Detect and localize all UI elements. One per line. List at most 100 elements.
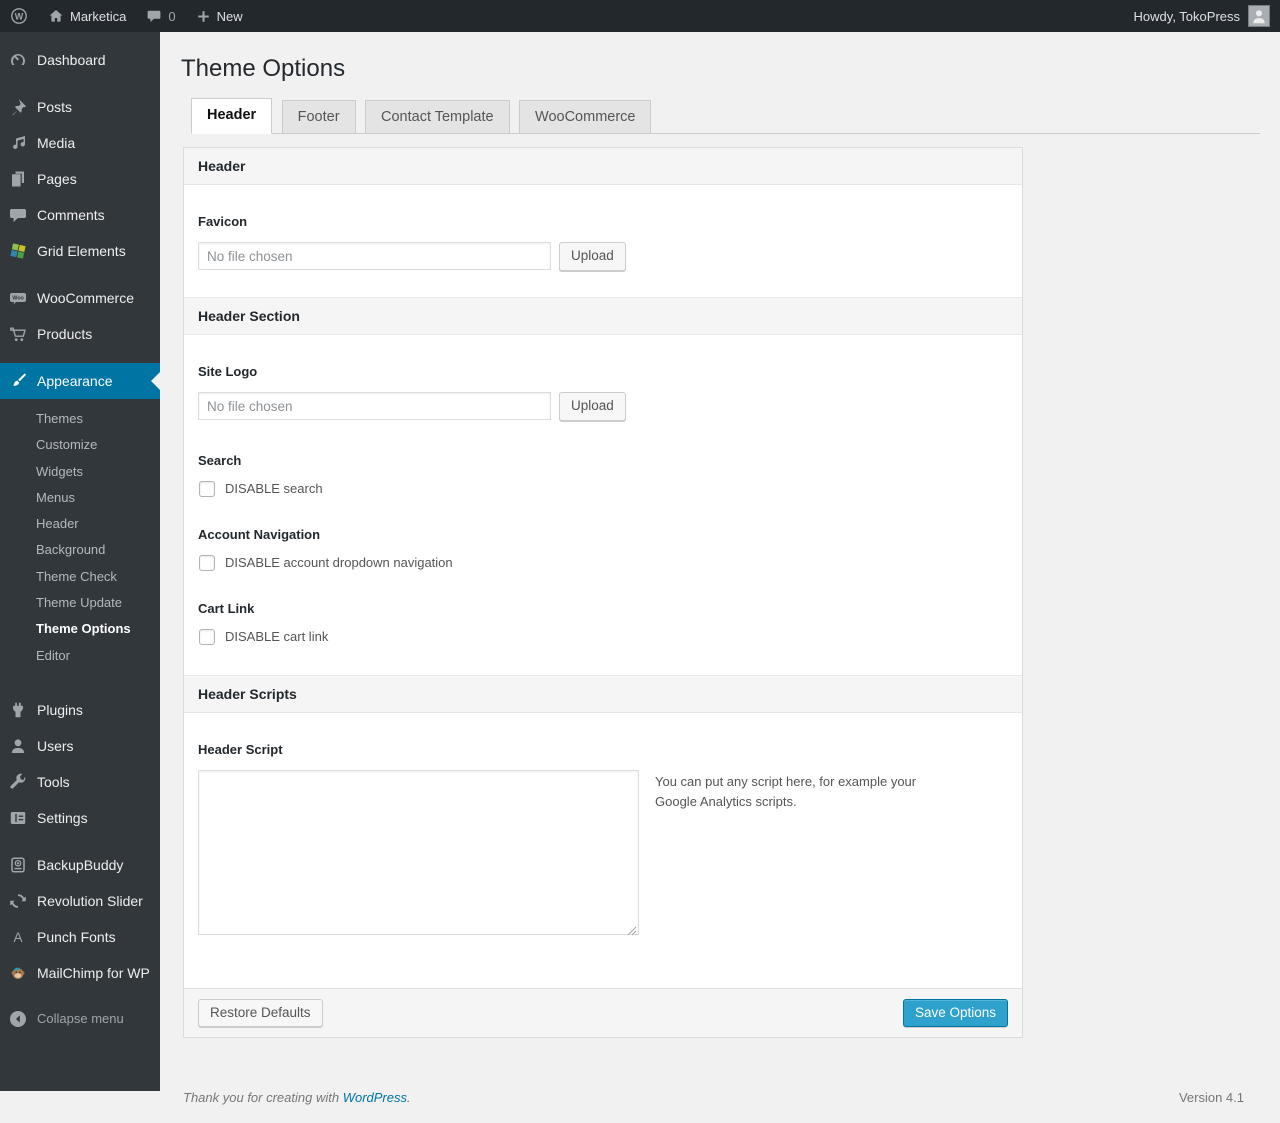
sidebar-item-woocommerce[interactable]: Woo WooCommerce	[0, 280, 160, 316]
tab-contact-template[interactable]: Contact Template	[365, 100, 510, 134]
tab-header[interactable]: Header	[191, 98, 272, 134]
sidebar-item-themes[interactable]: Themes	[0, 406, 160, 432]
section-header: Header	[184, 148, 1022, 185]
sidebar-item-tools[interactable]: Tools	[0, 764, 160, 800]
tools-icon	[8, 772, 28, 792]
version-label: Version 4.1	[1179, 1090, 1244, 1105]
sidebar-item-pages[interactable]: Pages	[0, 161, 160, 197]
appearance-submenu: Themes Customize Widgets Menus Header Ba…	[0, 399, 160, 681]
sidebar-item-punch-fonts[interactable]: A Punch Fonts	[0, 919, 160, 955]
collapse-menu-button[interactable]: Collapse menu	[0, 1001, 160, 1037]
backupbuddy-icon	[8, 855, 28, 875]
sidebar-item-comments[interactable]: Comments	[0, 197, 160, 233]
howdy-label: Howdy, TokoPress	[1134, 9, 1240, 24]
sidebar-item-menus[interactable]: Menus	[0, 485, 160, 511]
svg-text:W: W	[15, 12, 24, 22]
new-content-button[interactable]: New	[186, 0, 253, 32]
favicon-upload-button[interactable]: Upload	[559, 242, 626, 271]
sidebar-item-customize[interactable]: Customize	[0, 432, 160, 458]
sidebar-item-posts[interactable]: Posts	[0, 89, 160, 125]
current-menu-arrow-icon	[151, 372, 160, 390]
users-icon	[8, 736, 28, 756]
header-script-textarea[interactable]	[198, 770, 639, 935]
sidebar-item-label: Punch Fonts	[37, 929, 116, 945]
sidebar-item-background[interactable]: Background	[0, 537, 160, 563]
cart-link-checkbox-row: DISABLE cart link	[199, 629, 1007, 645]
disable-account-nav-checkbox[interactable]	[199, 555, 215, 571]
revolution-slider-icon	[8, 891, 28, 911]
tab-woocommerce[interactable]: WooCommerce	[519, 100, 651, 134]
account-navigation-checkbox-row: DISABLE account dropdown navigation	[199, 555, 1007, 571]
new-label: New	[217, 9, 243, 24]
svg-text:Woo: Woo	[12, 296, 24, 302]
thanks-period: .	[407, 1090, 411, 1105]
brush-icon	[8, 371, 28, 391]
sidebar-item-revolution-slider[interactable]: Revolution Slider	[0, 883, 160, 919]
cart-link-label: Cart Link	[198, 601, 1008, 616]
header-script-textarea-wrap	[198, 770, 639, 940]
site-logo-row: Upload	[198, 392, 1008, 421]
avatar	[1248, 5, 1270, 27]
admin-sidebar: Dashboard Posts Media Pages Comments	[0, 32, 160, 1091]
sidebar-item-dashboard[interactable]: Dashboard	[0, 42, 160, 78]
sidebar-item-mailchimp[interactable]: MailChimp for WP	[0, 955, 160, 991]
panel-footer: Restore Defaults Save Options	[184, 988, 1022, 1038]
sidebar-item-editor[interactable]: Editor	[0, 643, 160, 669]
wordpress-link[interactable]: WordPress	[343, 1090, 407, 1105]
disable-search-checkbox[interactable]	[199, 481, 215, 497]
sidebar-item-label: WooCommerce	[37, 290, 134, 306]
pages-icon	[8, 169, 28, 189]
sidebar-item-label: Plugins	[37, 702, 83, 718]
search-label: Search	[198, 453, 1008, 468]
theme-options-tabs: Header Footer Contact Template WooCommer…	[191, 98, 1260, 134]
sidebar-item-users[interactable]: Users	[0, 728, 160, 764]
sidebar-item-label: Revolution Slider	[37, 893, 143, 909]
sidebar-item-theme-check[interactable]: Theme Check	[0, 564, 160, 590]
sidebar-item-label: Posts	[37, 99, 72, 115]
sidebar-item-label: Users	[37, 738, 74, 754]
page-footer: Thank you for creating with WordPress. V…	[183, 1090, 1260, 1105]
account-menu[interactable]: Howdy, TokoPress	[1124, 0, 1280, 32]
disable-cart-link-label: DISABLE cart link	[225, 629, 328, 644]
save-options-button[interactable]: Save Options	[903, 999, 1008, 1028]
sidebar-item-theme-options[interactable]: Theme Options	[0, 616, 160, 642]
theme-options-panel: Header Favicon Upload Header Section Sit…	[183, 147, 1023, 1039]
comments-icon	[8, 205, 28, 225]
restore-defaults-button[interactable]: Restore Defaults	[198, 999, 323, 1028]
sidebar-item-label: Tools	[37, 774, 70, 790]
sidebar-item-label: Collapse menu	[37, 1011, 124, 1026]
collapse-icon	[8, 1009, 28, 1029]
wordpress-logo-menu[interactable]: W	[0, 0, 38, 32]
comments-shortcut[interactable]: 0	[136, 0, 185, 32]
admin-bar-right: Howdy, TokoPress	[1124, 0, 1280, 32]
favicon-file-input[interactable]	[198, 242, 551, 270]
sidebar-item-media[interactable]: Media	[0, 125, 160, 161]
comment-bubble-icon	[146, 8, 162, 24]
grid-elements-icon	[8, 241, 28, 261]
footer-thanks: Thank you for creating with WordPress.	[183, 1090, 411, 1105]
sidebar-item-plugins[interactable]: Plugins	[0, 692, 160, 728]
site-logo-file-input[interactable]	[198, 392, 551, 420]
plugin-icon	[8, 700, 28, 720]
sidebar-item-backupbuddy[interactable]: BackupBuddy	[0, 847, 160, 883]
sidebar-item-appearance[interactable]: Appearance	[0, 363, 160, 399]
punch-fonts-icon: A	[8, 927, 28, 947]
sidebar-item-products[interactable]: Products	[0, 316, 160, 352]
mailchimp-icon	[8, 963, 28, 983]
header-script-help: You can put any script here, for example…	[655, 770, 960, 940]
favicon-row: Upload	[198, 242, 1008, 271]
site-name-link[interactable]: Marketica	[38, 0, 136, 32]
site-logo-upload-button[interactable]: Upload	[559, 392, 626, 421]
sidebar-item-theme-update[interactable]: Theme Update	[0, 590, 160, 616]
sidebar-item-grid-elements[interactable]: Grid Elements	[0, 233, 160, 269]
sidebar-item-label: Comments	[37, 207, 105, 223]
tab-footer[interactable]: Footer	[282, 100, 356, 134]
search-checkbox-row: DISABLE search	[199, 481, 1007, 497]
sidebar-item-settings[interactable]: Settings	[0, 800, 160, 836]
disable-cart-link-checkbox[interactable]	[199, 629, 215, 645]
disable-account-nav-label: DISABLE account dropdown navigation	[225, 555, 453, 570]
sidebar-item-header[interactable]: Header	[0, 511, 160, 537]
favicon-label: Favicon	[198, 214, 1008, 229]
sidebar-item-widgets[interactable]: Widgets	[0, 459, 160, 485]
site-name-label: Marketica	[70, 9, 126, 24]
